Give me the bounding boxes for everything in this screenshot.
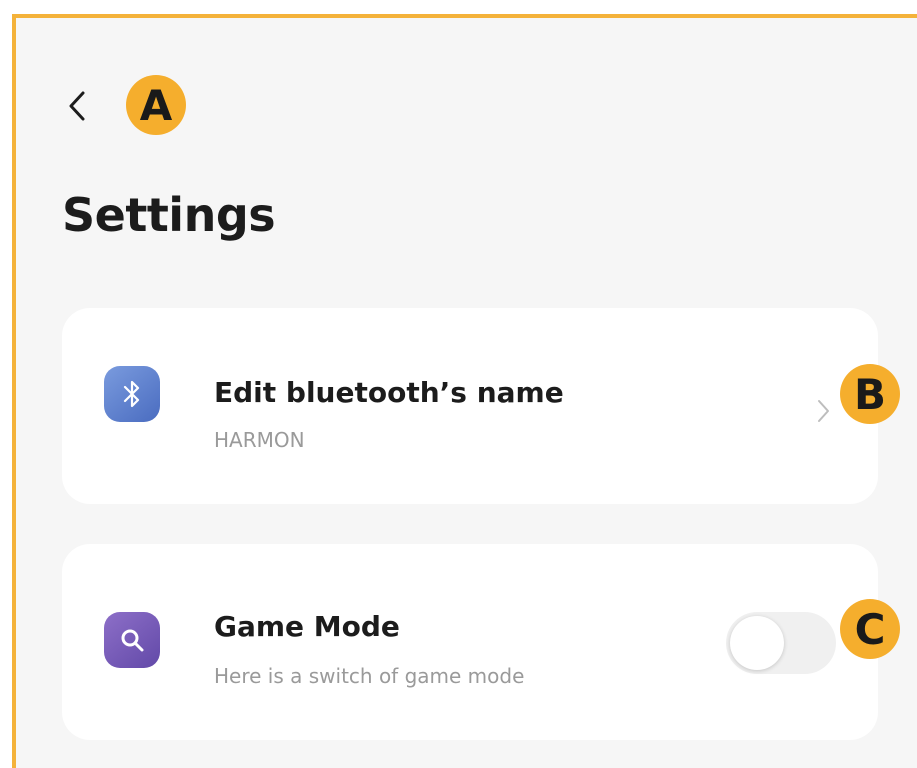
bluetooth-icon (104, 366, 160, 422)
callout-badge-c: C (840, 599, 900, 659)
chevron-right-icon (818, 400, 829, 422)
game-mode-icon (104, 612, 160, 668)
game-mode-title: Game Mode (214, 610, 400, 643)
toggle-knob (730, 616, 784, 670)
game-mode-description: Here is a switch of game mode (214, 664, 525, 688)
chevron-left-icon (69, 91, 85, 121)
game-mode-toggle[interactable] (726, 612, 836, 674)
callout-badge-b: B (840, 364, 900, 424)
game-mode-item: Game Mode Here is a switch of game mode (62, 544, 878, 740)
page-title: Settings (62, 188, 276, 242)
back-button[interactable] (54, 86, 100, 126)
bluetooth-item-value: HARMON (214, 428, 305, 452)
callout-badge-a: A (126, 75, 186, 135)
edit-bluetooth-name-item[interactable]: Edit bluetooth’s name HARMON (62, 308, 878, 504)
bluetooth-item-title: Edit bluetooth’s name (214, 376, 564, 409)
